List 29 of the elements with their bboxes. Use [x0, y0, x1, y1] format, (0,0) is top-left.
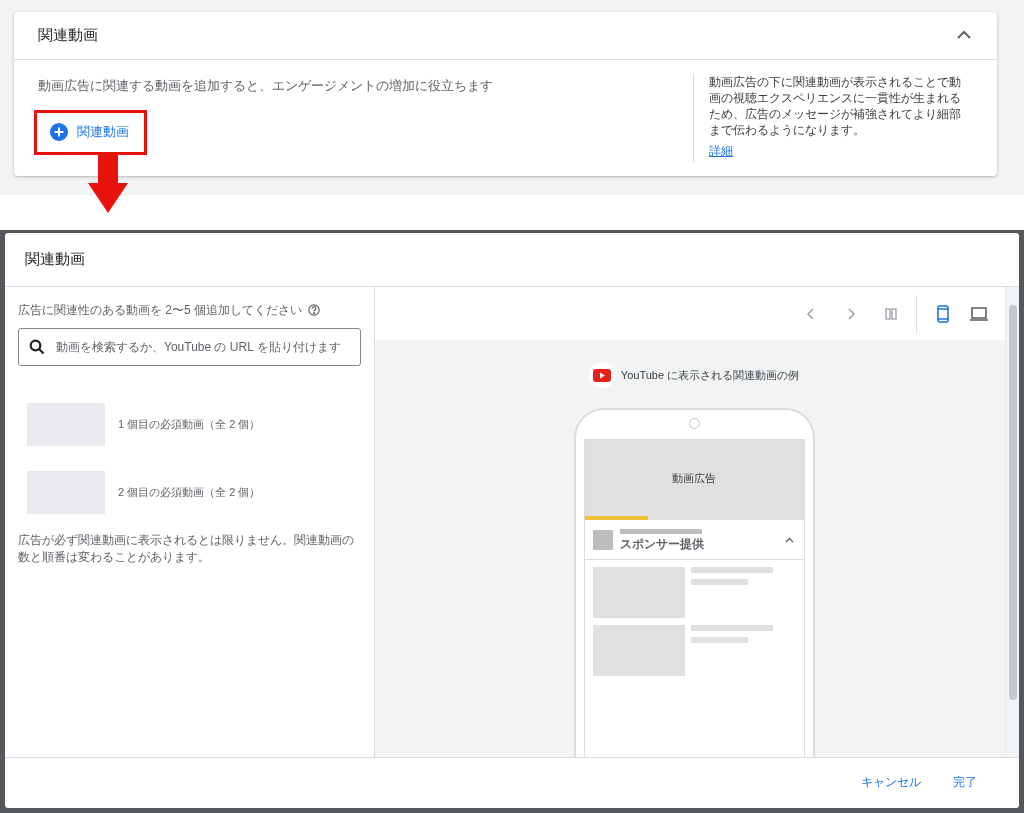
cancel-button[interactable]: キャンセル — [857, 770, 925, 796]
slot-label: 1 個目の必須動画（全 2 個） — [118, 417, 261, 433]
sponsor-label: スポンサー提供 — [619, 536, 705, 551]
help-icon[interactable] — [308, 304, 320, 316]
dialog-title: 関連動画 — [25, 249, 85, 270]
search-field[interactable]: 動画を検索するか、YouTube の URL を貼り付けます — [18, 328, 361, 366]
note-text: 広告が必ず関連動画に表示されるとは限りません。関連動画の数と順番は変わることがあります。 — [18, 532, 355, 566]
next-icon[interactable] — [845, 307, 857, 320]
play-icon — [592, 368, 611, 382]
phone-icon[interactable] — [937, 304, 949, 323]
previous-icon[interactable] — [805, 307, 817, 320]
scrollbar[interactable] — [1005, 287, 1019, 757]
ad-label: 動画広告 — [672, 470, 716, 486]
columns-icon[interactable] — [885, 307, 897, 320]
laptop-icon[interactable] — [969, 306, 989, 321]
preview-caption: YouTube に表示される関連動画の例 — [620, 367, 800, 383]
channel-avatar — [592, 529, 613, 550]
instruction-text: 広告に関連性のある動画を 2〜5 個追加してください — [18, 302, 302, 319]
done-button[interactable]: 完了 — [949, 770, 981, 796]
search-icon — [29, 339, 45, 355]
add-video-button[interactable]: 関連動画 — [50, 122, 129, 142]
slot-label: 2 個目の必須動画（全 2 個） — [118, 485, 261, 501]
help-text: 動画広告の下に関連動画が表示されることで動画の視聴エクスペリエンスに一貫性が生まれるため、広告のメッセージが補強されてより細部まで伝わるようになります。 — [709, 75, 962, 138]
plus-icon — [50, 123, 68, 141]
scrollbar-thumb[interactable] — [1008, 305, 1017, 700]
section-description: 動画広告に関連する動画を追加すると、エンゲージメントの増加に役立ちます — [38, 77, 494, 95]
learn-more-link[interactable]: 詳細 — [709, 145, 733, 157]
section-title: 関連動画 — [38, 25, 98, 46]
collapse-icon[interactable] — [784, 536, 794, 543]
